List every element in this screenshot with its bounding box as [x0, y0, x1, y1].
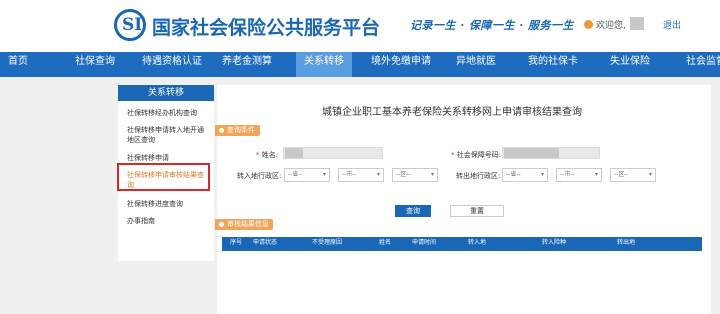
chevron-down-icon: ▾: [594, 171, 598, 178]
results-table-header: 序号 申请状态 不受理原因 姓名 申请时间 转入地 转入险种 转出地: [222, 237, 702, 251]
site-logo-icon[interactable]: SI: [114, 9, 146, 41]
logout-link[interactable]: 退出: [663, 18, 681, 31]
username-redacted: [630, 17, 644, 30]
welcome-text: 欢迎您,: [596, 21, 626, 31]
name-redacted: [285, 148, 303, 158]
user-icon: [584, 20, 593, 29]
chevron-down-icon: ▾: [322, 171, 326, 178]
column-header: 转出地: [617, 239, 636, 246]
chevron-down-icon: ▾: [376, 171, 380, 178]
nav-insurance-query[interactable]: 社保查询: [75, 52, 115, 77]
column-header: 姓名: [379, 239, 392, 246]
sidebar-item-transfer-apply[interactable]: 社保转移申请: [127, 153, 209, 163]
site-slogan: 记录一生 · 保障一生 · 服务一生: [410, 19, 574, 32]
nav-relation-transfer[interactable]: 关系转移: [296, 52, 352, 77]
query-button[interactable]: 查询: [395, 205, 431, 217]
chevron-down-icon: ▾: [430, 171, 434, 178]
main-panel: [217, 85, 711, 314]
transfer-out-city-select[interactable]: --市-- ▾: [556, 168, 602, 182]
main-nav: 首页 社保查询 待遇资格认证 养老金测算 关系转移 境外免缴申请 异地就医 我的…: [0, 52, 720, 77]
transfer-in-city-select[interactable]: --市-- ▾: [338, 168, 384, 182]
site-title[interactable]: 国家社会保险公共服务平台: [152, 13, 380, 40]
column-header: 申请状态: [253, 239, 278, 246]
column-header: 转入险种: [542, 239, 567, 246]
site-header: SI 国家社会保险公共服务平台 记录一生 · 保障一生 · 服务一生 欢迎您, …: [0, 0, 720, 52]
nav-qualification-cert[interactable]: 待遇资格认证: [142, 52, 202, 77]
transfer-out-district-select[interactable]: --区-- ▾: [610, 168, 656, 182]
query-section-tag: 查询条件: [215, 125, 260, 136]
column-header: 申请时间: [412, 239, 437, 246]
ssn-label: * 社会保障号码:: [451, 151, 502, 159]
sidebar-item-region-query[interactable]: 社保转移申请转入地开通地区查询: [127, 125, 209, 145]
transfer-in-label: 转入地行政区:: [237, 172, 282, 180]
sidebar-highlight-box: [117, 163, 210, 191]
nav-supervision[interactable]: 社会监督: [686, 52, 720, 77]
column-header: 转入地: [468, 239, 487, 246]
page-title: 城镇企业职工基本养老保险关系转移网上申请审核结果查询: [322, 107, 582, 118]
nav-unemployment[interactable]: 失业保险: [610, 52, 650, 77]
nav-my-card[interactable]: 我的社保卡: [528, 52, 578, 77]
sidebar-item-guide[interactable]: 办事指南: [127, 216, 209, 226]
transfer-in-district-select[interactable]: --区-- ▾: [392, 168, 438, 182]
nav-home[interactable]: 首页: [8, 52, 28, 77]
nav-overseas-exemption[interactable]: 境外免缴申请: [371, 52, 431, 77]
column-header: 序号: [230, 239, 243, 246]
column-header: 不受理原因: [312, 239, 343, 246]
sidebar-item-agency-query[interactable]: 社保转移经办机构查询: [127, 108, 209, 118]
chevron-down-icon: ▾: [540, 171, 544, 178]
nav-offsite-medical[interactable]: 异地就医: [456, 52, 496, 77]
chevron-down-icon: ▾: [648, 171, 652, 178]
section-dot-icon: [219, 128, 224, 133]
nav-pension-calc[interactable]: 养老金测算: [222, 52, 272, 77]
reset-button[interactable]: 重置: [450, 205, 504, 217]
transfer-out-label: 转出地行政区:: [456, 172, 501, 180]
name-label: * 姓名:: [256, 151, 279, 159]
ssn-redacted: [504, 148, 559, 158]
section-dot-icon: [219, 222, 224, 227]
result-section-tag: 审核结果信息: [215, 219, 273, 230]
sidebar-item-progress[interactable]: 社保转移进度查询: [127, 199, 209, 209]
transfer-in-province-select[interactable]: --省-- ▾: [284, 168, 330, 182]
sidebar-title: 关系转移: [118, 85, 214, 101]
transfer-out-province-select[interactable]: --省-- ▾: [502, 168, 548, 182]
